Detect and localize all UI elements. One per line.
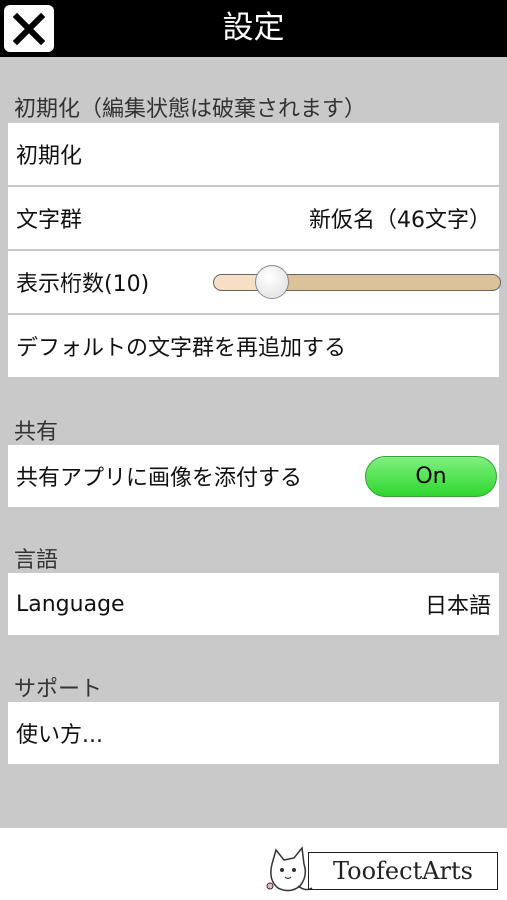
howto-label: 使い方... xyxy=(16,723,103,748)
section-label-language: 言語 xyxy=(14,548,59,573)
readd-charset-row[interactable]: デフォルトの文字群を再追加する xyxy=(8,315,499,377)
toofectarts-logo: ToofectArts xyxy=(262,842,502,898)
howto-row[interactable]: 使い方... xyxy=(8,702,499,764)
attach-image-label: 共有アプリに画像を添付する xyxy=(16,466,303,491)
close-button[interactable] xyxy=(4,5,54,52)
section-label-share: 共有 xyxy=(14,420,59,445)
charset-row[interactable]: 文字群 新仮名（46文字） xyxy=(8,187,499,249)
digits-label: 表示桁数(10) xyxy=(16,272,150,297)
language-value: 日本語 xyxy=(424,594,491,619)
page-title: 設定 xyxy=(222,10,285,46)
language-label: Language xyxy=(16,591,125,617)
digits-row: 表示桁数(10) xyxy=(8,251,501,313)
charset-value: 新仮名（46文字） xyxy=(309,208,491,233)
close-icon xyxy=(13,12,45,45)
attach-image-toggle[interactable]: On xyxy=(365,456,497,497)
section-label-support: サポート xyxy=(14,677,103,702)
reset-row[interactable]: 初期化 xyxy=(8,123,499,185)
reset-label: 初期化 xyxy=(16,144,83,169)
charset-label: 文字群 xyxy=(16,208,83,233)
settings-content: 初期化（編集状態は破棄されます） 初期化 文字群 新仮名（46文字） 表示桁数(… xyxy=(0,57,507,828)
readd-charset-label: デフォルトの文字群を再追加する xyxy=(16,336,347,361)
language-row[interactable]: Language 日本語 xyxy=(8,573,499,635)
attach-image-row: 共有アプリに画像を添付する On xyxy=(8,445,499,507)
logo-text: ToofectArts xyxy=(308,852,498,890)
header-bar: 設定 xyxy=(0,0,507,57)
section-label-reset: 初期化（編集状態は破棄されます） xyxy=(14,97,367,122)
digits-slider-thumb[interactable] xyxy=(255,265,289,299)
